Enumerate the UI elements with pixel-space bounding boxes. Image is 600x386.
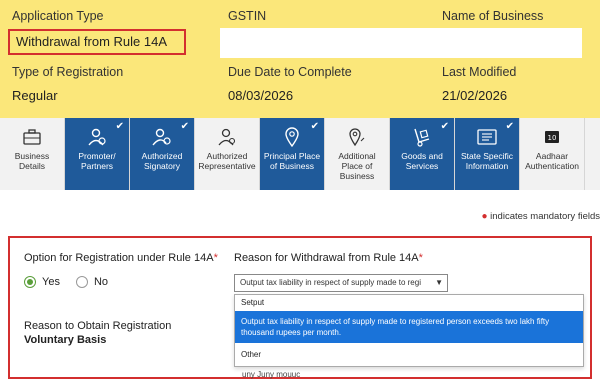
check-icon: ✔ [115,121,124,132]
obtain-reason-value: Voluntary Basis [24,334,107,346]
withdrawal-reason-selected: Output tax liability in respect of suppl… [240,278,421,287]
application-type-value: Withdrawal from Rule 14A [8,29,186,55]
business-name-label: Name of Business [442,9,544,23]
tab-additional-place[interactable]: Additional Place of Business [325,118,390,190]
gstin-label: GSTIN [228,9,267,23]
dropdown-option-selected[interactable]: Output tax liability in respect of suppl… [235,311,583,343]
tab-label: Principal Place of Business [263,151,321,171]
last-modified-value: 21/02/2026 [442,88,508,103]
due-date-label: Due Date to Complete [228,65,352,79]
svg-text:10: 10 [548,134,557,142]
tab-label: Goods and Services [401,151,443,171]
tab-label: Additional Place of Business [338,151,376,181]
last-modified-label: Last Modified [442,65,517,79]
option-label: Option for Registration under Rule 14A* [24,252,218,264]
registration-type-value: Regular [12,88,58,103]
check-icon: ✔ [505,121,514,132]
radio-yes[interactable] [24,276,36,288]
info-card-icon [476,126,498,148]
briefcase-icon [21,126,43,148]
hand-truck-icon [411,126,433,148]
tab-authorized-signatory[interactable]: ✔ Authorized Signatory [130,118,195,190]
gstin-value [220,28,582,58]
map-pins-icon [346,126,368,148]
chevron-down-icon: ▼ [435,278,443,287]
tab-label: Authorized Representative [198,151,256,171]
withdrawal-reason-select[interactable]: Output tax liability in respect of suppl… [234,274,448,292]
application-header: Application Type Withdrawal from Rule 14… [0,0,600,118]
tab-authorized-representative[interactable]: Authorized Representative [195,118,260,190]
tab-label: Authorized Signatory [141,151,183,171]
radio-no-label[interactable]: No [94,276,108,288]
mandatory-note-text: indicates mandatory fields [490,211,600,222]
withdrawal-reason-label: Reason for Withdrawal from Rule 14A* [234,252,423,264]
rule-14a-panel: Option for Registration under Rule 14A* … [8,236,592,379]
required-marker: * [418,252,423,264]
tab-goods-services[interactable]: ✔ Goods and Services [390,118,455,190]
tab-label: Aadhaar Authentication [525,151,579,171]
tab-label: Promoter/ Partners [78,151,116,171]
tab-label: State Specific Information [461,151,513,171]
partial-hidden-text: uny Juny mouuc [242,370,301,379]
check-icon: ✔ [180,121,189,132]
check-icon: ✔ [440,121,449,132]
registration-type-label: Type of Registration [12,65,124,79]
dropdown-option[interactable]: Other [235,347,583,363]
registration-tabs: Business Details ✔ Promoter/ Partners ✔ … [0,118,600,190]
required-dot-icon: ● [481,211,488,222]
id-badge-icon: 10 [541,126,563,148]
radio-no[interactable] [75,276,88,288]
person-group-icon [86,126,108,148]
map-pin-icon [281,126,303,148]
check-icon: ✔ [310,121,319,132]
tab-state-specific[interactable]: ✔ State Specific Information [455,118,520,190]
tab-business-details[interactable]: Business Details [0,118,65,190]
tab-aadhaar-authentication[interactable]: 10 Aadhaar Authentication [520,118,585,190]
withdrawal-reason-label-text: Reason for Withdrawal from Rule 14A [234,252,419,264]
dropdown-option[interactable]: Setput [235,295,583,311]
option-radio-group: Yes No [24,276,108,288]
person-gear-icon [151,126,173,148]
obtain-reason-label: Reason to Obtain Registration [24,320,172,332]
option-label-text: Option for Registration under Rule 14A [24,252,214,264]
tab-label: Business Details [14,151,50,171]
required-marker: * [213,252,218,264]
person-outline-icon [216,126,238,148]
tab-principal-place[interactable]: ✔ Principal Place of Business [260,118,325,190]
application-type-label: Application Type [12,9,104,23]
radio-yes-label[interactable]: Yes [42,276,60,288]
due-date-value: 08/03/2026 [228,88,294,103]
mandatory-note: ● indicates mandatory fields [481,211,600,222]
tab-promoter-partners[interactable]: ✔ Promoter/ Partners [65,118,130,190]
withdrawal-reason-dropdown: Setput Output tax liability in respect o… [234,294,584,367]
